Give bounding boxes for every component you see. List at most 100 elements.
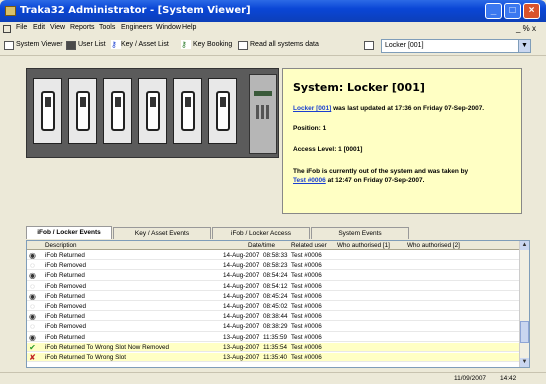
locker-slot-5[interactable] (173, 78, 202, 144)
menu-window[interactable]: Window (156, 24, 181, 31)
table-row[interactable]: ◉ iFob Returned 14-Aug-2007 08:54:24 Test #0… (27, 271, 521, 281)
row-time: 08:38:44 (263, 313, 288, 321)
chevron-down-icon[interactable]: ▼ (518, 40, 530, 52)
menu-file[interactable]: File (16, 24, 27, 31)
vertical-scrollbar[interactable]: ▲ ▼ (519, 241, 529, 367)
mdi-controls[interactable]: _ % x (516, 24, 536, 33)
ifob-status-line2: Test #0006 at 12:47 on Friday 07-Sep-200… (293, 177, 424, 184)
minimize-button[interactable]: _ (485, 3, 502, 19)
system-title: System: Locker [001] (293, 81, 425, 94)
ifob-status-line1: The iFob is currently out of the system … (293, 168, 469, 175)
row-time: 08:58:23 (263, 262, 288, 270)
scroll-up-icon[interactable]: ▲ (520, 241, 529, 250)
user-list-button[interactable]: User List (78, 41, 106, 48)
row-description: iFob Returned To Wrong Slot Now Removed (45, 343, 170, 351)
taken-by-link[interactable]: Test #0006 (293, 177, 326, 184)
table-row[interactable]: ◉ iFob Returned 14-Aug-2007 08:45:24 Test #0… (27, 291, 521, 302)
mdi-child-icon (3, 25, 11, 33)
scroll-thumb[interactable] (520, 321, 529, 343)
tab-ifob-locker-events[interactable]: iFob / Locker Events (26, 226, 112, 239)
ifob-icon (41, 91, 55, 131)
row-related-user: Test #0006 (291, 252, 322, 259)
menu-reports[interactable]: Reports (70, 24, 95, 31)
row-date: 13-Aug-2007 (223, 343, 260, 351)
locker-slot-1[interactable] (33, 78, 62, 144)
locker-slot-2[interactable] (68, 78, 97, 144)
keypad-panel (249, 74, 277, 154)
tab-ifob-locker-access[interactable]: iFob / Locker Access (212, 227, 310, 239)
returned-icon: ◉ (29, 332, 36, 342)
row-date: 14-Aug-2007 (223, 272, 260, 280)
row-date: 14-Aug-2007 (223, 252, 260, 259)
ifob-icon (111, 91, 125, 131)
returned-icon: ◉ (29, 291, 36, 301)
row-description: iFob Removed (45, 262, 86, 270)
row-description: iFob Returned To Wrong Slot (45, 354, 126, 361)
row-time: 08:38:29 (263, 323, 288, 331)
col-authorised-2[interactable]: Who authorised [2] (407, 242, 460, 249)
row-description: iFob Returned (45, 333, 85, 341)
system-viewer-button[interactable]: System Viewer (16, 41, 63, 48)
removed-icon: ◌ (30, 302, 35, 311)
cross-icon: ✘ (29, 353, 36, 362)
locker-link[interactable]: Locker [001] (293, 105, 331, 112)
removed-icon: ◌ (30, 261, 35, 271)
read-all-button[interactable]: Read all systems data (250, 41, 319, 48)
row-time: 08:58:33 (263, 252, 288, 259)
table-row[interactable]: ◌ iFob Removed 14-Aug-2007 08:38:29 Test #00… (27, 322, 521, 332)
table-row[interactable]: ✔ iFob Returned To Wrong Slot Now Removed… (27, 342, 521, 353)
menu-view[interactable]: View (50, 24, 65, 31)
key-booking-icon: ⚷ (181, 40, 191, 49)
key-asset-list-button[interactable]: Key / Asset List (121, 41, 169, 48)
table-row[interactable]: ◌ iFob Removed 14-Aug-2007 08:54:12 Test #00… (27, 282, 521, 291)
tab-system-events[interactable]: System Events (311, 227, 409, 239)
status-bar: 11/09/2007 14:42 (0, 372, 546, 384)
row-description: iFob Returned (45, 252, 85, 259)
title-bar[interactable]: Traka32 Administrator - [System Viewer] … (0, 0, 546, 22)
ifob-icon (216, 91, 230, 131)
locker-select[interactable]: Locker [001] ▼ (381, 39, 531, 53)
tab-key-asset-events[interactable]: Key / Asset Events (113, 227, 211, 239)
table-row[interactable]: ◉ iFob Returned 14-Aug-2007 08:58:33 Test #0… (27, 251, 521, 261)
row-related-user: Test #0006 (291, 343, 322, 351)
table-row[interactable]: ◉ iFob Returned 14-Aug-2007 08:38:44 Test #0… (27, 312, 521, 322)
col-datetime[interactable]: Date/time (248, 242, 275, 249)
table-row[interactable]: ◉ iFob Returned 13-Aug-2007 11:35:59 Test #0… (27, 333, 521, 342)
key-icon: ⚷ (111, 40, 121, 49)
table-row[interactable]: ◌ iFob Removed 14-Aug-2007 08:58:23 Test #00… (27, 261, 521, 271)
close-button[interactable]: × (523, 3, 540, 19)
row-related-user: Test #0006 (291, 323, 322, 331)
row-date: 13-Aug-2007 (223, 354, 260, 361)
row-related-user: Test #0006 (291, 303, 322, 310)
menu-edit[interactable]: Edit (33, 24, 45, 31)
table-row[interactable]: ◌ iFob Removed 14-Aug-2007 08:45:02 Test #00… (27, 302, 521, 312)
row-description: iFob Returned (45, 272, 85, 280)
locker-image (26, 68, 279, 158)
key-booking-button[interactable]: Key Booking (193, 41, 232, 48)
access-level-text: Access Level: 1 [0001] (293, 146, 363, 153)
col-description[interactable]: Description (45, 242, 77, 249)
menu-bar: File Edit View Reports Tools Engineers W… (0, 22, 546, 36)
scroll-down-icon[interactable]: ▼ (520, 358, 529, 367)
last-updated-detail: was last updated at 17:36 on Friday 07-S… (333, 105, 485, 112)
locker-slot-6[interactable] (208, 78, 237, 144)
row-date: 14-Aug-2007 (223, 262, 260, 270)
row-related-user: Test #0006 (291, 282, 322, 290)
menu-tools[interactable]: Tools (99, 24, 115, 31)
row-date: 14-Aug-2007 (223, 313, 260, 321)
row-description: iFob Returned (45, 292, 85, 300)
check-icon: ✔ (29, 342, 36, 352)
row-related-user: Test #0006 (291, 354, 322, 361)
col-related-user[interactable]: Related user (291, 242, 327, 249)
locker-slot-3[interactable] (103, 78, 132, 144)
maximize-button[interactable]: □ (504, 3, 521, 19)
menu-help[interactable]: Help (182, 24, 196, 31)
row-description: iFob Returned (45, 313, 85, 321)
locker-slot-4[interactable] (138, 78, 167, 144)
table-row[interactable]: ✘ iFob Returned To Wrong Slot 13-Aug-2007 1… (27, 353, 521, 363)
col-authorised-1[interactable]: Who authorised [1] (337, 242, 390, 249)
row-date: 14-Aug-2007 (223, 292, 260, 300)
status-date: 11/09/2007 (454, 375, 487, 382)
ifob-icon (76, 91, 90, 131)
menu-engineers[interactable]: Engineers (121, 24, 153, 31)
